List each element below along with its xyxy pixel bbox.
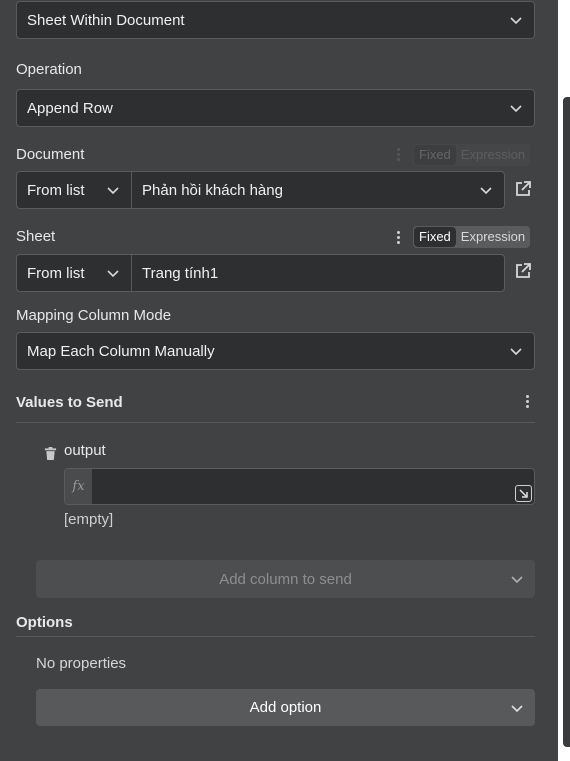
- chevron-down-icon: [107, 187, 119, 195]
- document-value-select[interactable]: Phản hồi khách hàng: [131, 171, 505, 209]
- open-sheet-link-icon[interactable]: [514, 262, 532, 280]
- sheet-scope-select[interactable]: Sheet Within Document: [16, 1, 535, 39]
- sheet-mode-select[interactable]: From list: [16, 254, 131, 292]
- open-document-link-icon[interactable]: [514, 180, 532, 198]
- mapping-mode-value: Map Each Column Manually: [27, 342, 215, 360]
- document-mode-select[interactable]: From list: [16, 171, 131, 209]
- expand-editor-icon[interactable]: [515, 485, 532, 502]
- mapping-mode-select[interactable]: Map Each Column Manually: [16, 332, 535, 370]
- operation-value: Append Row: [27, 99, 113, 117]
- operation-select[interactable]: Append Row: [16, 89, 535, 127]
- chevron-down-icon: [511, 705, 523, 713]
- options-label: Options: [16, 614, 73, 631]
- document-resource-locator: From list Phản hồi khách hàng: [16, 171, 505, 209]
- sheet-scope-value: Sheet Within Document: [27, 11, 185, 29]
- document-mode-value: From list: [27, 181, 85, 199]
- options-divider: [16, 636, 535, 637]
- document-fixed-option[interactable]: Fixed: [414, 145, 456, 165]
- mapping-label: Mapping Column Mode: [16, 307, 172, 324]
- sheet-value: Trang tính1: [142, 264, 219, 282]
- output-field-label: output: [64, 442, 106, 459]
- add-option-button[interactable]: Add option: [36, 689, 535, 726]
- chevron-down-icon: [510, 17, 522, 25]
- sheet-label: Sheet: [16, 228, 56, 245]
- values-to-send-label: Values to Send: [16, 394, 123, 411]
- chevron-down-icon: [107, 270, 119, 278]
- document-expression-option[interactable]: Expression: [456, 145, 530, 165]
- add-column-label: Add column to send: [219, 570, 352, 588]
- fx-icon: fx: [65, 469, 92, 504]
- output-expression-input[interactable]: fx: [64, 468, 535, 505]
- scrollbar-thumb[interactable]: [563, 97, 570, 747]
- document-options-icon[interactable]: [397, 148, 401, 163]
- sheet-value-input[interactable]: Trang tính1: [131, 254, 505, 292]
- document-mode-toggle[interactable]: Fixed Expression: [413, 144, 531, 166]
- operation-label: Operation: [16, 61, 82, 78]
- chevron-down-icon: [480, 187, 492, 195]
- values-options-icon[interactable]: [526, 395, 530, 410]
- sheet-fixed-option[interactable]: Fixed: [414, 227, 456, 247]
- no-properties-text: No properties: [36, 655, 127, 672]
- document-label: Document: [16, 146, 85, 163]
- add-column-to-send-button[interactable]: Add column to send: [36, 560, 535, 598]
- sheet-mode-toggle[interactable]: Fixed Expression: [413, 226, 531, 248]
- sheet-resource-locator: From list Trang tính1: [16, 254, 505, 292]
- chevron-down-icon: [510, 348, 522, 356]
- trash-icon[interactable]: [44, 447, 57, 460]
- values-divider: [16, 422, 535, 423]
- chevron-down-icon: [510, 105, 522, 113]
- sheet-expression-option[interactable]: Expression: [456, 227, 530, 247]
- sheet-options-icon[interactable]: [397, 231, 401, 246]
- output-empty-hint: [empty]: [64, 511, 114, 528]
- sheet-mode-value: From list: [27, 264, 85, 282]
- node-parameters-panel: Sheet Within Document Operation Append R…: [0, 0, 558, 761]
- add-option-label: Add option: [249, 699, 322, 716]
- chevron-down-icon: [511, 576, 523, 584]
- document-value: Phản hồi khách hàng: [142, 181, 283, 199]
